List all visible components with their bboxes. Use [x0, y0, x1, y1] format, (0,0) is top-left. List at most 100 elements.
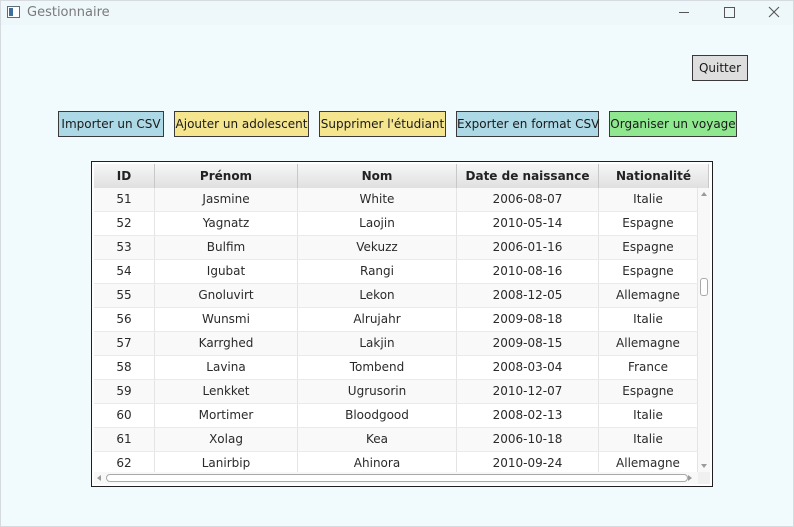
cell-last-name: White — [298, 188, 457, 211]
cell-id: 58 — [94, 356, 155, 379]
scroll-right-arrow-icon[interactable] — [688, 475, 692, 481]
cell-nationality: Espagne — [599, 380, 698, 403]
table-row[interactable]: 57 Karrghed Lakjin 2009-08-15 Allemagne — [94, 332, 698, 356]
students-table[interactable]: ID Prénom Nom Date de naissance National… — [91, 161, 713, 487]
cell-nationality: Allemagne — [599, 284, 698, 307]
organize-trip-button[interactable]: Organiser un voyage — [609, 111, 737, 137]
cell-first-name: Lanirbip — [155, 452, 298, 472]
app-icon — [7, 6, 20, 18]
cell-birth-date: 2008-02-13 — [457, 404, 599, 427]
cell-first-name: Lavina — [155, 356, 298, 379]
cell-first-name: Jasmine — [155, 188, 298, 211]
cell-id: 53 — [94, 236, 155, 259]
close-icon — [768, 6, 780, 18]
cell-nationality: Italie — [599, 428, 698, 451]
horizontal-scrollbar[interactable] — [94, 472, 698, 484]
cell-birth-date: 2010-08-16 — [457, 260, 599, 283]
table-body: 51 Jasmine White 2006-08-07 Italie 52 Yagnatz L… — [94, 188, 698, 472]
cell-nationality: Espagne — [599, 236, 698, 259]
cell-id: 62 — [94, 452, 155, 472]
cell-nationality: Italie — [599, 404, 698, 427]
cell-birth-date: 2008-03-04 — [457, 356, 599, 379]
cell-last-name: Lakjin — [298, 332, 457, 355]
cell-birth-date: 2008-12-05 — [457, 284, 599, 307]
cell-first-name: Bulfim — [155, 236, 298, 259]
add-adolescent-button[interactable]: Ajouter un adolescent — [174, 111, 309, 137]
table-row[interactable]: 53 Bulfim Vekuzz 2006-01-16 Espagne — [94, 236, 698, 260]
cell-nationality: Italie — [599, 308, 698, 331]
cell-first-name: Wunsmi — [155, 308, 298, 331]
import-csv-button[interactable]: Importer un CSV — [58, 111, 164, 137]
table-row[interactable]: 51 Jasmine White 2006-08-07 Italie — [94, 188, 698, 212]
cell-id: 60 — [94, 404, 155, 427]
cell-birth-date: 2010-09-24 — [457, 452, 599, 472]
scroll-down-arrow-icon[interactable] — [701, 464, 707, 468]
cell-last-name: Ahinora — [298, 452, 457, 472]
cell-birth-date: 2009-08-15 — [457, 332, 599, 355]
cell-first-name: Lenkket — [155, 380, 298, 403]
cell-id: 56 — [94, 308, 155, 331]
cell-last-name: Laojin — [298, 212, 457, 235]
cell-birth-date: 2006-01-16 — [457, 236, 599, 259]
quit-button[interactable]: Quitter — [692, 55, 748, 81]
title-bar: Gestionnaire — [1, 1, 793, 25]
column-header-birth-date[interactable]: Date de naissance — [457, 164, 599, 188]
cell-last-name: Tombend — [298, 356, 457, 379]
cell-first-name: Yagnatz — [155, 212, 298, 235]
cell-id: 57 — [94, 332, 155, 355]
export-csv-button[interactable]: Exporter en format CSV — [456, 111, 599, 137]
cell-id: 59 — [94, 380, 155, 403]
table-row[interactable]: 59 Lenkket Ugrusorin 2010-12-07 Espagne — [94, 380, 698, 404]
cell-last-name: Vekuzz — [298, 236, 457, 259]
window-title: Gestionnaire — [27, 5, 110, 20]
maximize-button[interactable] — [706, 1, 752, 25]
cell-nationality: France — [599, 356, 698, 379]
cell-id: 54 — [94, 260, 155, 283]
app-window: Gestionnaire Quitter Importer un CSV Ajo… — [0, 0, 794, 527]
horizontal-scroll-thumb[interactable] — [106, 474, 688, 482]
cell-id: 52 — [94, 212, 155, 235]
cell-birth-date: 2010-05-14 — [457, 212, 599, 235]
cell-last-name: Lekon — [298, 284, 457, 307]
table-row[interactable]: 56 Wunsmi Alrujahr 2009-08-18 Italie — [94, 308, 698, 332]
cell-last-name: Kea — [298, 428, 457, 451]
column-header-last-name[interactable]: Nom — [298, 164, 457, 188]
cell-nationality: Espagne — [599, 260, 698, 283]
scroll-up-arrow-icon[interactable] — [701, 192, 707, 196]
table-header: ID Prénom Nom Date de naissance National… — [94, 164, 709, 189]
cell-last-name: Bloodgood — [298, 404, 457, 427]
table-row[interactable]: 55 Gnoluvirt Lekon 2008-12-05 Allemagne — [94, 284, 698, 308]
cell-first-name: Xolag — [155, 428, 298, 451]
table-row[interactable]: 54 Igubat Rangi 2010-08-16 Espagne — [94, 260, 698, 284]
table-row[interactable]: 61 Xolag Kea 2006-10-18 Italie — [94, 428, 698, 452]
cell-first-name: Gnoluvirt — [155, 284, 298, 307]
cell-nationality: Allemagne — [599, 332, 698, 355]
delete-student-button[interactable]: Supprimer l'étudiant — [319, 111, 446, 137]
cell-nationality: Italie — [599, 188, 698, 211]
vertical-scroll-thumb[interactable] — [700, 278, 708, 296]
cell-first-name: Karrghed — [155, 332, 298, 355]
table-row[interactable]: 60 Mortimer Bloodgood 2008-02-13 Italie — [94, 404, 698, 428]
cell-last-name: Alrujahr — [298, 308, 457, 331]
cell-last-name: Rangi — [298, 260, 457, 283]
vertical-scrollbar[interactable] — [698, 188, 710, 472]
cell-birth-date: 2006-08-07 — [457, 188, 599, 211]
cell-birth-date: 2009-08-18 — [457, 308, 599, 331]
cell-id: 55 — [94, 284, 155, 307]
cell-id: 51 — [94, 188, 155, 211]
table-row[interactable]: 52 Yagnatz Laojin 2010-05-14 Espagne — [94, 212, 698, 236]
cell-nationality: Allemagne — [599, 452, 698, 472]
minimize-button[interactable] — [661, 1, 707, 25]
cell-birth-date: 2006-10-18 — [457, 428, 599, 451]
cell-first-name: Mortimer — [155, 404, 298, 427]
column-header-first-name[interactable]: Prénom — [155, 164, 298, 188]
cell-birth-date: 2010-12-07 — [457, 380, 599, 403]
column-header-id[interactable]: ID — [94, 164, 155, 188]
close-button[interactable] — [751, 1, 793, 25]
cell-id: 61 — [94, 428, 155, 451]
scroll-corner — [698, 472, 710, 484]
table-row[interactable]: 58 Lavina Tombend 2008-03-04 France — [94, 356, 698, 380]
scroll-left-arrow-icon[interactable] — [97, 475, 101, 481]
table-row[interactable]: 62 Lanirbip Ahinora 2010-09-24 Allemagne — [94, 452, 698, 472]
column-header-nationality[interactable]: Nationalité — [599, 164, 709, 188]
